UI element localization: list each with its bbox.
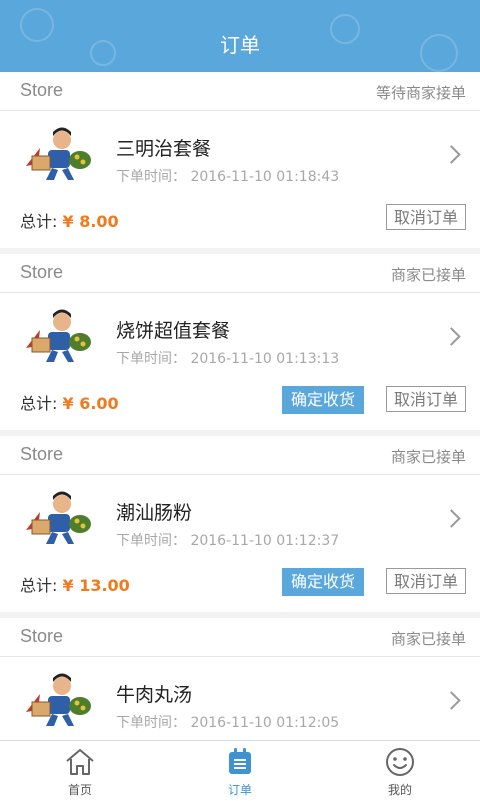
total-amount: ¥ 6.00 bbox=[62, 394, 119, 413]
order-status: 等待商家接单 bbox=[375, 84, 466, 102]
chevron-right-icon[interactable] bbox=[442, 509, 461, 528]
chevron-right-icon[interactable] bbox=[442, 145, 461, 164]
divider bbox=[0, 110, 480, 111]
order-card[interactable]: Store 商家已接单 牛肉丸汤 下单时间： 2016-11-10 01:12:… bbox=[0, 618, 480, 740]
order-total: 总计: ¥ 13.00 bbox=[20, 572, 130, 596]
tab-orders[interactable]: 订单 bbox=[160, 741, 320, 801]
store-name: Store bbox=[20, 626, 64, 646]
divider bbox=[0, 656, 480, 657]
order-total: 总计: ¥ 8.00 bbox=[20, 208, 119, 232]
home-icon bbox=[66, 749, 94, 775]
order-card[interactable]: Store 商家已接单 烧饼超值套餐 下单时间： 2016-11-10 01:1… bbox=[0, 254, 480, 430]
cancel-order-button[interactable]: 取消订单 bbox=[386, 568, 466, 594]
order-time: 下单时间： 2016-11-10 01:13:13 bbox=[116, 351, 340, 367]
total-label: 总计: bbox=[20, 394, 58, 413]
tab-label: 首页 bbox=[67, 783, 92, 797]
store-name: Store bbox=[20, 262, 64, 282]
title-bar: 订单 bbox=[0, 0, 480, 72]
order-item-name: 三明治套餐 bbox=[116, 138, 212, 160]
divider bbox=[0, 474, 480, 475]
order-status: 商家已接单 bbox=[390, 448, 466, 466]
mascot-thumbnail bbox=[26, 309, 91, 362]
bottom-tab-bar: 首页 订单 我的 bbox=[0, 740, 480, 801]
chevron-right-icon[interactable] bbox=[442, 691, 461, 710]
store-name: Store bbox=[20, 444, 64, 464]
order-status: 商家已接单 bbox=[390, 266, 466, 284]
tab-home[interactable]: 首页 bbox=[0, 741, 160, 801]
page-title: 订单 bbox=[220, 33, 260, 57]
cancel-order-button[interactable]: 取消订单 bbox=[386, 386, 466, 412]
total-amount: ¥ 8.00 bbox=[62, 212, 119, 231]
confirm-receipt-button[interactable]: 确定收货 bbox=[282, 568, 364, 596]
mascot-thumbnail bbox=[26, 673, 91, 726]
order-card[interactable]: Store 等待商家接单 三明治套餐 下单时间： 2016-11-10 01:1… bbox=[0, 72, 480, 248]
mascot-thumbnail bbox=[26, 127, 91, 180]
orders-icon bbox=[229, 748, 251, 774]
order-item-name: 牛肉丸汤 bbox=[116, 684, 193, 706]
order-time: 下单时间： 2016-11-10 01:18:43 bbox=[116, 169, 340, 185]
smiley-icon bbox=[386, 748, 414, 776]
store-name: Store bbox=[20, 80, 64, 100]
order-list[interactable]: Store 等待商家接单 三明治套餐 下单时间： 2016-11-10 01:1… bbox=[0, 72, 480, 740]
chevron-right-icon[interactable] bbox=[442, 327, 461, 346]
total-label: 总计: bbox=[20, 212, 58, 231]
total-label: 总计: bbox=[20, 576, 58, 595]
order-item-name: 烧饼超值套餐 bbox=[116, 320, 231, 342]
tab-mine[interactable]: 我的 bbox=[320, 741, 480, 801]
divider bbox=[0, 292, 480, 293]
tab-label: 我的 bbox=[387, 783, 412, 797]
order-item-name: 潮汕肠粉 bbox=[116, 502, 193, 524]
order-card[interactable]: Store 商家已接单 潮汕肠粉 下单时间： 2016-11-10 01:12:… bbox=[0, 436, 480, 612]
confirm-receipt-button[interactable]: 确定收货 bbox=[282, 386, 364, 414]
cancel-order-button[interactable]: 取消订单 bbox=[386, 204, 466, 230]
tab-label: 订单 bbox=[227, 783, 252, 797]
mascot-thumbnail bbox=[26, 491, 91, 544]
order-status: 商家已接单 bbox=[390, 630, 466, 648]
order-time: 下单时间： 2016-11-10 01:12:37 bbox=[116, 533, 340, 549]
total-amount: ¥ 13.00 bbox=[62, 576, 130, 595]
order-total: 总计: ¥ 6.00 bbox=[20, 390, 119, 414]
order-time: 下单时间： 2016-11-10 01:12:05 bbox=[116, 715, 340, 731]
